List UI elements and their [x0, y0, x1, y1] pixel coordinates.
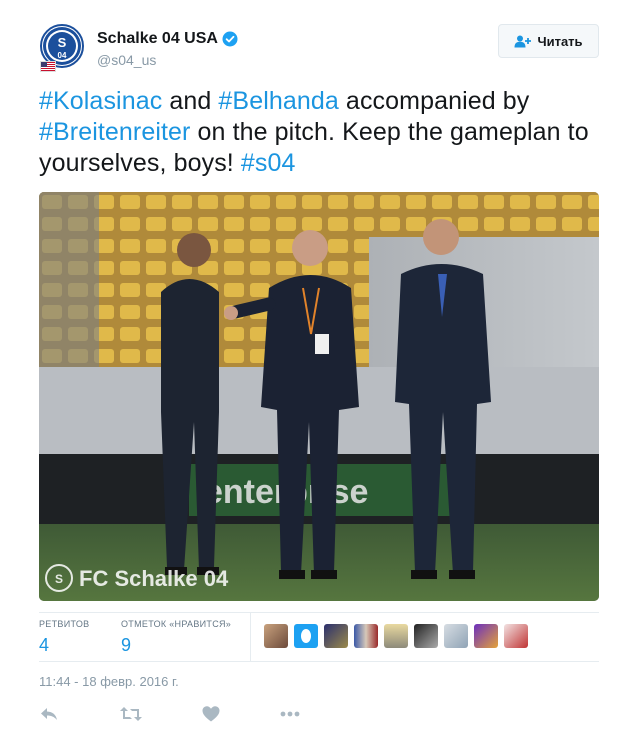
tweet-photo[interactable]: enterprise [39, 192, 599, 601]
hashtag-link[interactable]: #Breitenreiter [39, 118, 190, 146]
tweet-actions [39, 704, 339, 728]
display-name[interactable]: Schalke 04 USA [97, 30, 218, 48]
follow-button-label: Читать [537, 33, 583, 49]
liker-avatar[interactable] [414, 624, 438, 648]
add-user-icon [514, 35, 532, 47]
svg-text:S: S [58, 35, 67, 50]
more-icon[interactable] [279, 704, 301, 724]
liker-avatar[interactable] [324, 624, 348, 648]
tweet-timestamp[interactable]: 11:44 - 18 февр. 2016 г. [39, 674, 179, 689]
photo-watermark-text: FC Schalke 04 [79, 566, 229, 591]
hashtag-link[interactable]: #Kolasinac [39, 87, 162, 115]
retweets-label: РЕТВИТОВ [39, 619, 90, 629]
retweet-stat[interactable]: РЕТВИТОВ 4 [39, 619, 89, 656]
tweet-text: #Kolasinac and #Belhanda accompanied by … [39, 86, 604, 179]
liker-avatar[interactable] [504, 624, 528, 648]
liker-avatar[interactable] [294, 624, 318, 648]
liker-avatars [264, 624, 528, 648]
tweet-header: S 04 Schalke 04 USA @s04_us Читать [40, 24, 600, 74]
account-handle[interactable]: @s04_us [97, 52, 156, 68]
likes-label: ОТМЕТОК «НРАВИТСЯ» [121, 619, 232, 629]
liker-avatar[interactable] [264, 624, 288, 648]
tweet-text-segment: accompanied by [338, 87, 530, 115]
likes-count: 9 [121, 635, 132, 655]
retweets-count: 4 [39, 635, 50, 655]
liker-avatar[interactable] [354, 624, 378, 648]
hashtag-link[interactable]: #Belhanda [218, 87, 338, 115]
tweet-text-segment: and [162, 87, 219, 115]
verified-badge-icon [222, 31, 238, 47]
liker-avatar[interactable] [474, 624, 498, 648]
svg-text:04: 04 [58, 51, 67, 60]
likes-stat[interactable]: ОТМЕТОК «НРАВИТСЯ» 9 [121, 619, 231, 656]
retweet-icon[interactable] [119, 704, 143, 724]
account-name-line[interactable]: Schalke 04 USA [97, 30, 238, 48]
svg-text:S: S [55, 572, 63, 586]
reply-icon[interactable] [39, 704, 59, 724]
liker-avatar[interactable] [444, 624, 468, 648]
stat-divider [250, 613, 251, 661]
us-flag-icon [40, 61, 56, 72]
hashtag-link[interactable]: #s04 [241, 149, 296, 177]
like-icon[interactable] [201, 704, 221, 724]
liker-avatar[interactable] [384, 624, 408, 648]
tweet-stats: РЕТВИТОВ 4 ОТМЕТОК «НРАВИТСЯ» 9 [39, 612, 599, 662]
follow-button[interactable]: Читать [498, 24, 599, 58]
